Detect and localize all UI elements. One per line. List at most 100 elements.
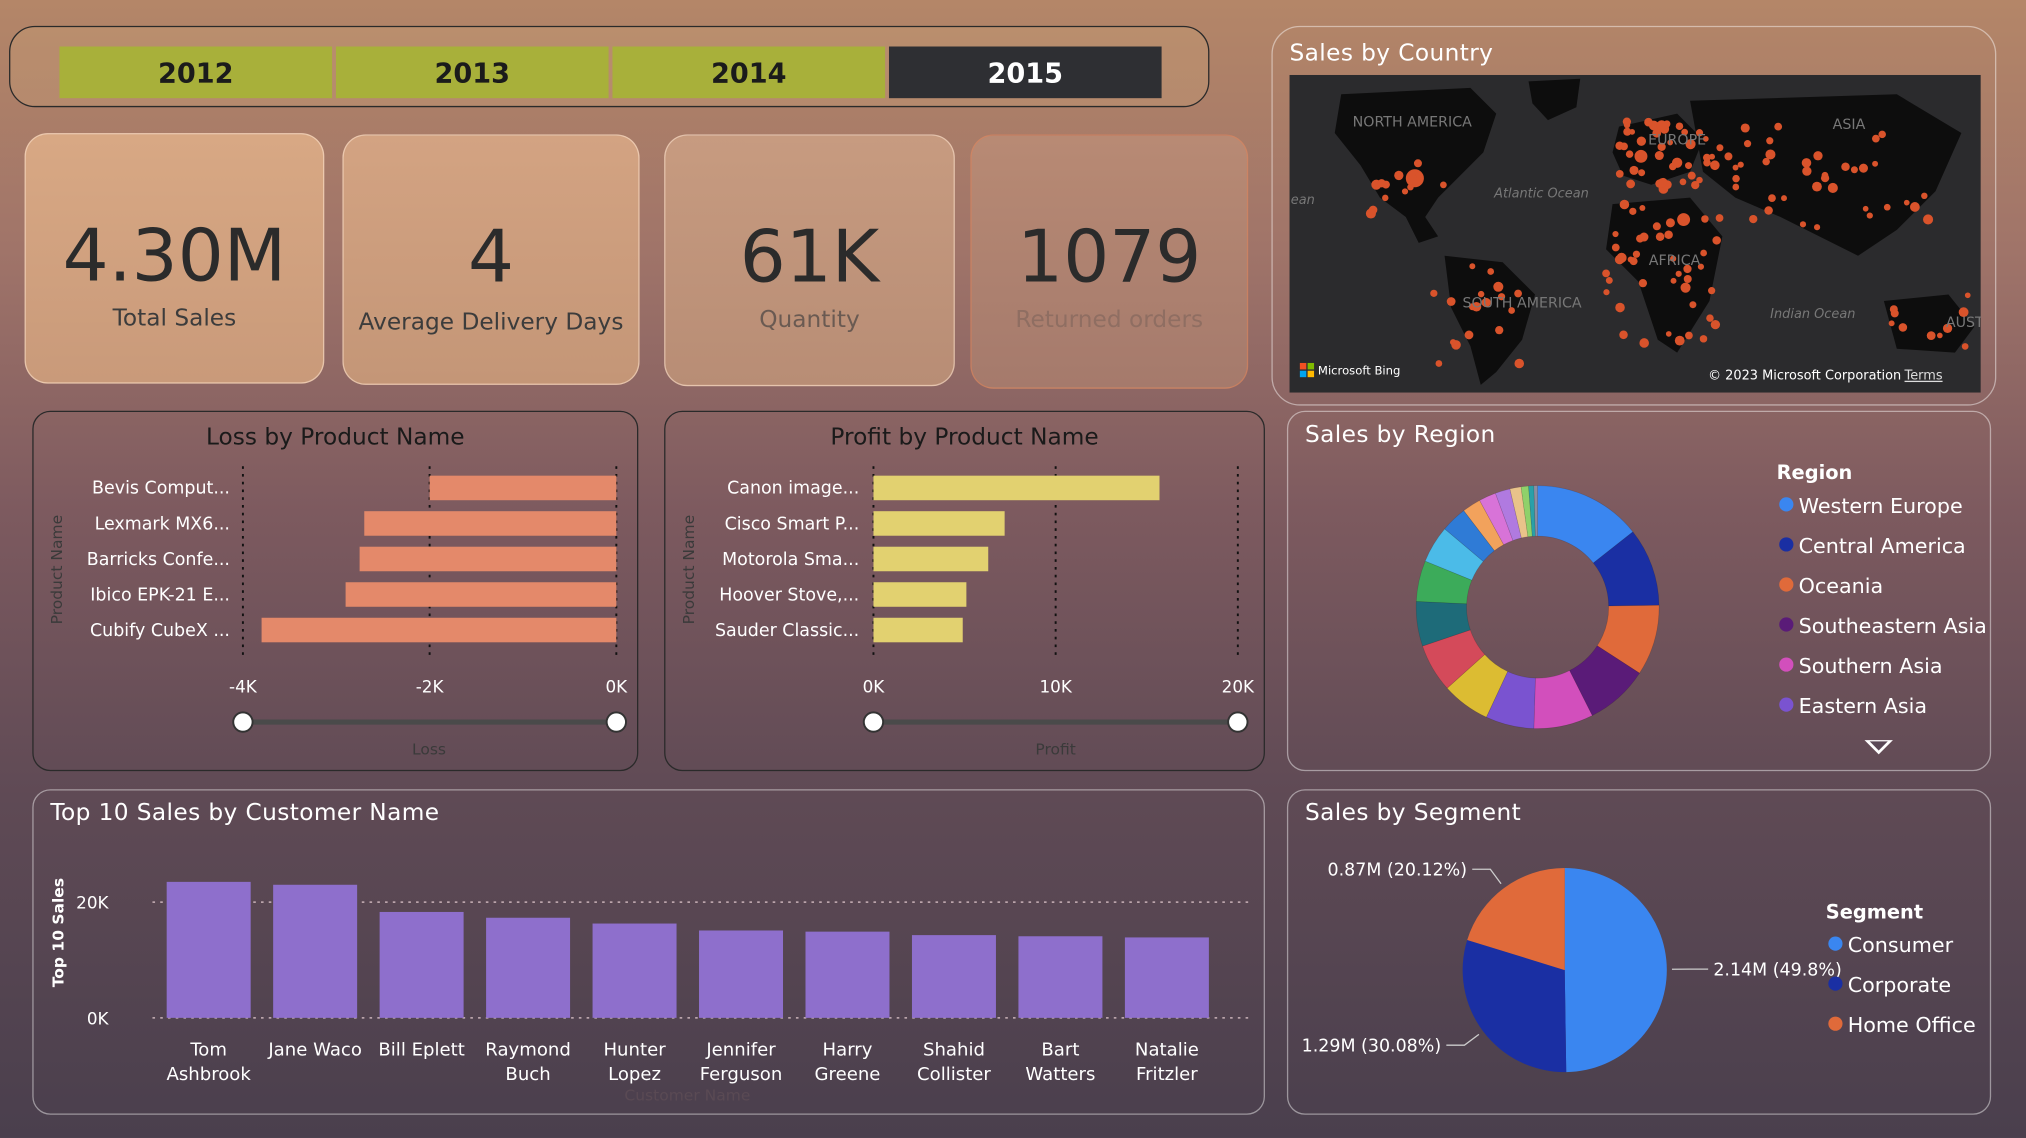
sales-bubble bbox=[1679, 178, 1687, 186]
profit-bar-chart[interactable]: 0K 10K 20K Canon image... Cisco Smart P... Mo… bbox=[665, 412, 1266, 772]
leader-line bbox=[1446, 1033, 1480, 1046]
sales-bubble bbox=[1689, 301, 1697, 309]
legend-item[interactable]: Consumer bbox=[1828, 932, 1954, 958]
sales-bubble bbox=[1926, 331, 1936, 340]
leader-line bbox=[1472, 868, 1502, 885]
category-label: Bevis Comput... bbox=[92, 479, 230, 499]
sales-bubble bbox=[1440, 181, 1447, 189]
kpi-value: 61K bbox=[739, 215, 880, 300]
category-label: Tom Ashbrook bbox=[166, 1039, 251, 1085]
world-map[interactable]: NORTH AMERICA Atlantic Ocean EUROPE ASIA… bbox=[1289, 74, 1981, 393]
year-button-2012[interactable]: 2012 bbox=[59, 46, 333, 99]
year-button-2014[interactable]: 2014 bbox=[612, 46, 886, 99]
sales-bubble bbox=[1665, 218, 1675, 228]
sales-bubble bbox=[1377, 179, 1386, 188]
sales-bubble bbox=[1774, 122, 1783, 131]
sales-bubble bbox=[1435, 360, 1443, 367]
map-attribution: Microsoft Bing bbox=[1318, 364, 1400, 378]
sales-bubble bbox=[1715, 214, 1724, 222]
sales-bubble bbox=[1709, 153, 1716, 160]
sales-bubble bbox=[1629, 165, 1639, 175]
customer-bar-chart[interactable]: 0K 20K Tom Ashbrook Jane Waco Bill Eplett Raym… bbox=[34, 791, 1267, 1117]
sales-bubble bbox=[1701, 215, 1709, 223]
bar bbox=[345, 582, 617, 607]
sales-bubble bbox=[1664, 230, 1673, 239]
bar bbox=[873, 582, 967, 607]
legend-item[interactable]: Home Office bbox=[1828, 1012, 1976, 1038]
sales-bubble bbox=[1464, 330, 1474, 340]
sales-bubble bbox=[1850, 166, 1858, 174]
sales-bubble bbox=[1495, 326, 1504, 335]
sales-bubble bbox=[1382, 194, 1389, 202]
sales-bubble bbox=[1365, 208, 1376, 219]
sales-bubble bbox=[1765, 149, 1776, 160]
legend-label: Western Europe bbox=[1798, 493, 1963, 518]
sales-bubble bbox=[1636, 234, 1645, 243]
range-slider-handle-max[interactable] bbox=[1227, 711, 1249, 733]
legend-swatch-icon bbox=[1779, 577, 1794, 592]
year-button-2013[interactable]: 2013 bbox=[335, 46, 609, 99]
legend-label: Home Office bbox=[1847, 1012, 1976, 1038]
legend-item[interactable]: Southern Asia bbox=[1779, 654, 1943, 678]
sales-bubble bbox=[1871, 134, 1880, 143]
bar bbox=[364, 511, 617, 536]
sales-bubble bbox=[1890, 309, 1899, 318]
sales-bubble bbox=[1620, 142, 1628, 151]
bar bbox=[873, 617, 963, 643]
y-tick-label: 0K bbox=[87, 1008, 110, 1028]
x-tick-label: 0K bbox=[863, 676, 886, 696]
bar bbox=[911, 935, 996, 1018]
year-button-2015[interactable]: 2015 bbox=[888, 46, 1162, 99]
map-label: AFRICA bbox=[1649, 253, 1701, 269]
legend-swatch-icon bbox=[1779, 537, 1794, 552]
legend-item[interactable]: Eastern Asia bbox=[1779, 694, 1927, 718]
range-slider-handle-min[interactable] bbox=[862, 711, 885, 733]
kpi-label: Returned orders bbox=[1015, 306, 1204, 334]
bar bbox=[429, 475, 617, 501]
range-slider-handle-max[interactable] bbox=[605, 711, 627, 733]
sales-bubble bbox=[1768, 194, 1776, 203]
sales-bubble bbox=[1898, 323, 1908, 332]
sales-bubble bbox=[1710, 319, 1721, 330]
sales-bubble bbox=[1654, 150, 1664, 161]
kpi-label: Total Sales bbox=[112, 304, 237, 332]
legend-item[interactable]: Corporate bbox=[1828, 973, 1951, 997]
y-axis-label: Top 10 Sales bbox=[49, 878, 67, 987]
x-tick-label: 0K bbox=[605, 676, 628, 696]
sales-bubble bbox=[1706, 314, 1714, 322]
x-tick-label: 20K bbox=[1222, 676, 1255, 696]
sales-bubble bbox=[1634, 149, 1648, 163]
category-label: Bill Eplett bbox=[378, 1039, 464, 1060]
legend-item[interactable]: Southeastern Asia bbox=[1779, 614, 1987, 638]
sales-bubble bbox=[1903, 199, 1910, 206]
legend-label: Consumer bbox=[1847, 932, 1954, 958]
sales-bubble bbox=[1514, 358, 1525, 369]
sales-bubble bbox=[1687, 171, 1696, 180]
category-label: Harry Greene bbox=[815, 1039, 881, 1085]
dashboard: 2012 2013 2014 2015 4.30M Total Sales 4 … bbox=[0, 0, 2026, 1138]
sales-bubble bbox=[1936, 332, 1943, 339]
map-terms-link[interactable]: Terms bbox=[1904, 369, 1943, 384]
legend-item[interactable]: Western Europe bbox=[1779, 493, 1963, 518]
sales-bubble bbox=[1487, 268, 1495, 275]
sales-bubble bbox=[1394, 170, 1404, 181]
legend-item[interactable]: Oceania bbox=[1779, 573, 1884, 599]
legend-label: Oceania bbox=[1798, 573, 1884, 599]
sales-bubble bbox=[1866, 212, 1873, 219]
sales-bubble bbox=[1675, 270, 1682, 277]
sales-bubble bbox=[1413, 159, 1422, 168]
x-tick-label: 10K bbox=[1039, 676, 1072, 696]
loss-bar-chart[interactable]: -4K -2K 0K Bevis Comput... Lexmark MX6... Bar… bbox=[34, 412, 640, 772]
region-donut-chart[interactable] bbox=[1288, 412, 1992, 772]
sales-bubble bbox=[1639, 204, 1646, 211]
sales-bubble bbox=[1680, 282, 1691, 293]
range-slider-handle-min[interactable] bbox=[232, 711, 254, 733]
category-label: Ibico EPK-21 E... bbox=[90, 585, 230, 605]
legend-item[interactable]: Central America bbox=[1779, 533, 1966, 558]
sales-bubble bbox=[1639, 338, 1649, 348]
bar bbox=[486, 917, 571, 1018]
top10-customers-panel: Top 10 Sales by Customer Name 0K 20K Tom As… bbox=[32, 789, 1265, 1115]
x-tick-label: -4K bbox=[229, 676, 258, 696]
sales-bubble bbox=[1415, 171, 1423, 179]
sales-bubble bbox=[1626, 179, 1636, 189]
